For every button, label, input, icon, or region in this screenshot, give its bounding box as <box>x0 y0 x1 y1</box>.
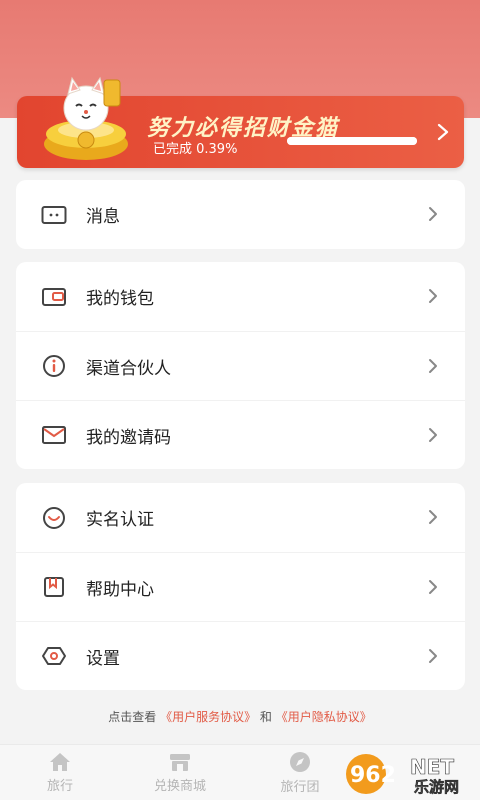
message-icon <box>40 201 68 229</box>
watermark-net: NET <box>410 755 454 779</box>
mail-icon <box>40 421 68 449</box>
menu-item-label: 帮助中心 <box>86 579 154 600</box>
wallet-icon <box>40 283 68 311</box>
chevron-right-icon <box>429 289 437 303</box>
settings-icon <box>40 642 68 670</box>
menu-item-invite-code[interactable]: 我的邀请码 <box>16 400 465 469</box>
menu-item-label: 消息 <box>86 207 120 227</box>
chevron-right-icon <box>429 207 437 221</box>
progress-fill <box>287 137 417 145</box>
info-icon <box>40 352 68 380</box>
menu-group-messages: 消息 <box>16 180 465 249</box>
menu-item-label: 实名认证 <box>86 510 154 530</box>
smile-icon <box>40 504 68 532</box>
chevron-right-icon <box>429 359 437 373</box>
home-icon <box>50 752 70 771</box>
menu-item-real-name-verification[interactable]: 实名认证 <box>16 483 465 552</box>
privacy-agreement-link[interactable]: 《用户隐私协议》 <box>276 710 372 724</box>
tab-travel[interactable]: 旅行 <box>0 745 120 800</box>
menu-item-label: 我的钱包 <box>86 289 154 309</box>
tab-tour-group[interactable]: 旅行团 <box>240 745 360 800</box>
bookmark-icon <box>40 573 68 601</box>
service-agreement-link[interactable]: 《用户服务协议》 <box>160 710 256 724</box>
menu-item-label: 渠道合伙人 <box>86 358 171 379</box>
tab-label: 旅行 <box>46 778 73 794</box>
chevron-right-icon <box>437 123 449 141</box>
compass-icon <box>290 751 310 772</box>
watermark-site: 乐游网 <box>414 778 459 796</box>
menu-item-label: 设置 <box>86 648 120 669</box>
chevron-right-icon <box>429 428 437 442</box>
menu-item-messages[interactable]: 消息 <box>16 180 465 249</box>
tab-label: 旅行团 <box>280 779 320 795</box>
chevron-right-icon <box>429 649 437 663</box>
agreement-prefix: 点击查看 <box>108 710 157 724</box>
tab-label: 兑换商城 <box>153 778 206 794</box>
site-watermark-logo: 962 NET 乐游网 <box>346 754 459 796</box>
menu-item-settings[interactable]: 设置 <box>16 621 465 690</box>
agreement-and: 和 <box>259 710 272 724</box>
chevron-right-icon <box>429 510 437 524</box>
lucky-cat-icon <box>44 76 128 160</box>
chevron-right-icon <box>429 580 437 594</box>
menu-group-account: 我的钱包 渠道合伙人 我的邀请码 <box>16 262 465 469</box>
menu-group-settings: 实名认证 帮助中心 设置 <box>16 483 465 690</box>
menu-item-channel-partner[interactable]: 渠道合伙人 <box>16 331 465 400</box>
store-icon <box>170 753 190 771</box>
banner-progress-text: 已完成 0.39% <box>153 142 238 157</box>
menu-item-help-center[interactable]: 帮助中心 <box>16 552 465 621</box>
menu-item-wallet[interactable]: 我的钱包 <box>16 262 465 331</box>
progress-bar <box>287 137 417 145</box>
watermark-number: 962 <box>350 763 396 788</box>
menu-item-label: 我的邀请码 <box>86 427 171 448</box>
tab-exchange-mall[interactable]: 兑换商城 <box>120 745 240 800</box>
agreement-note: 点击查看 《用户服务协议》 和 《用户隐私协议》 <box>0 708 480 725</box>
